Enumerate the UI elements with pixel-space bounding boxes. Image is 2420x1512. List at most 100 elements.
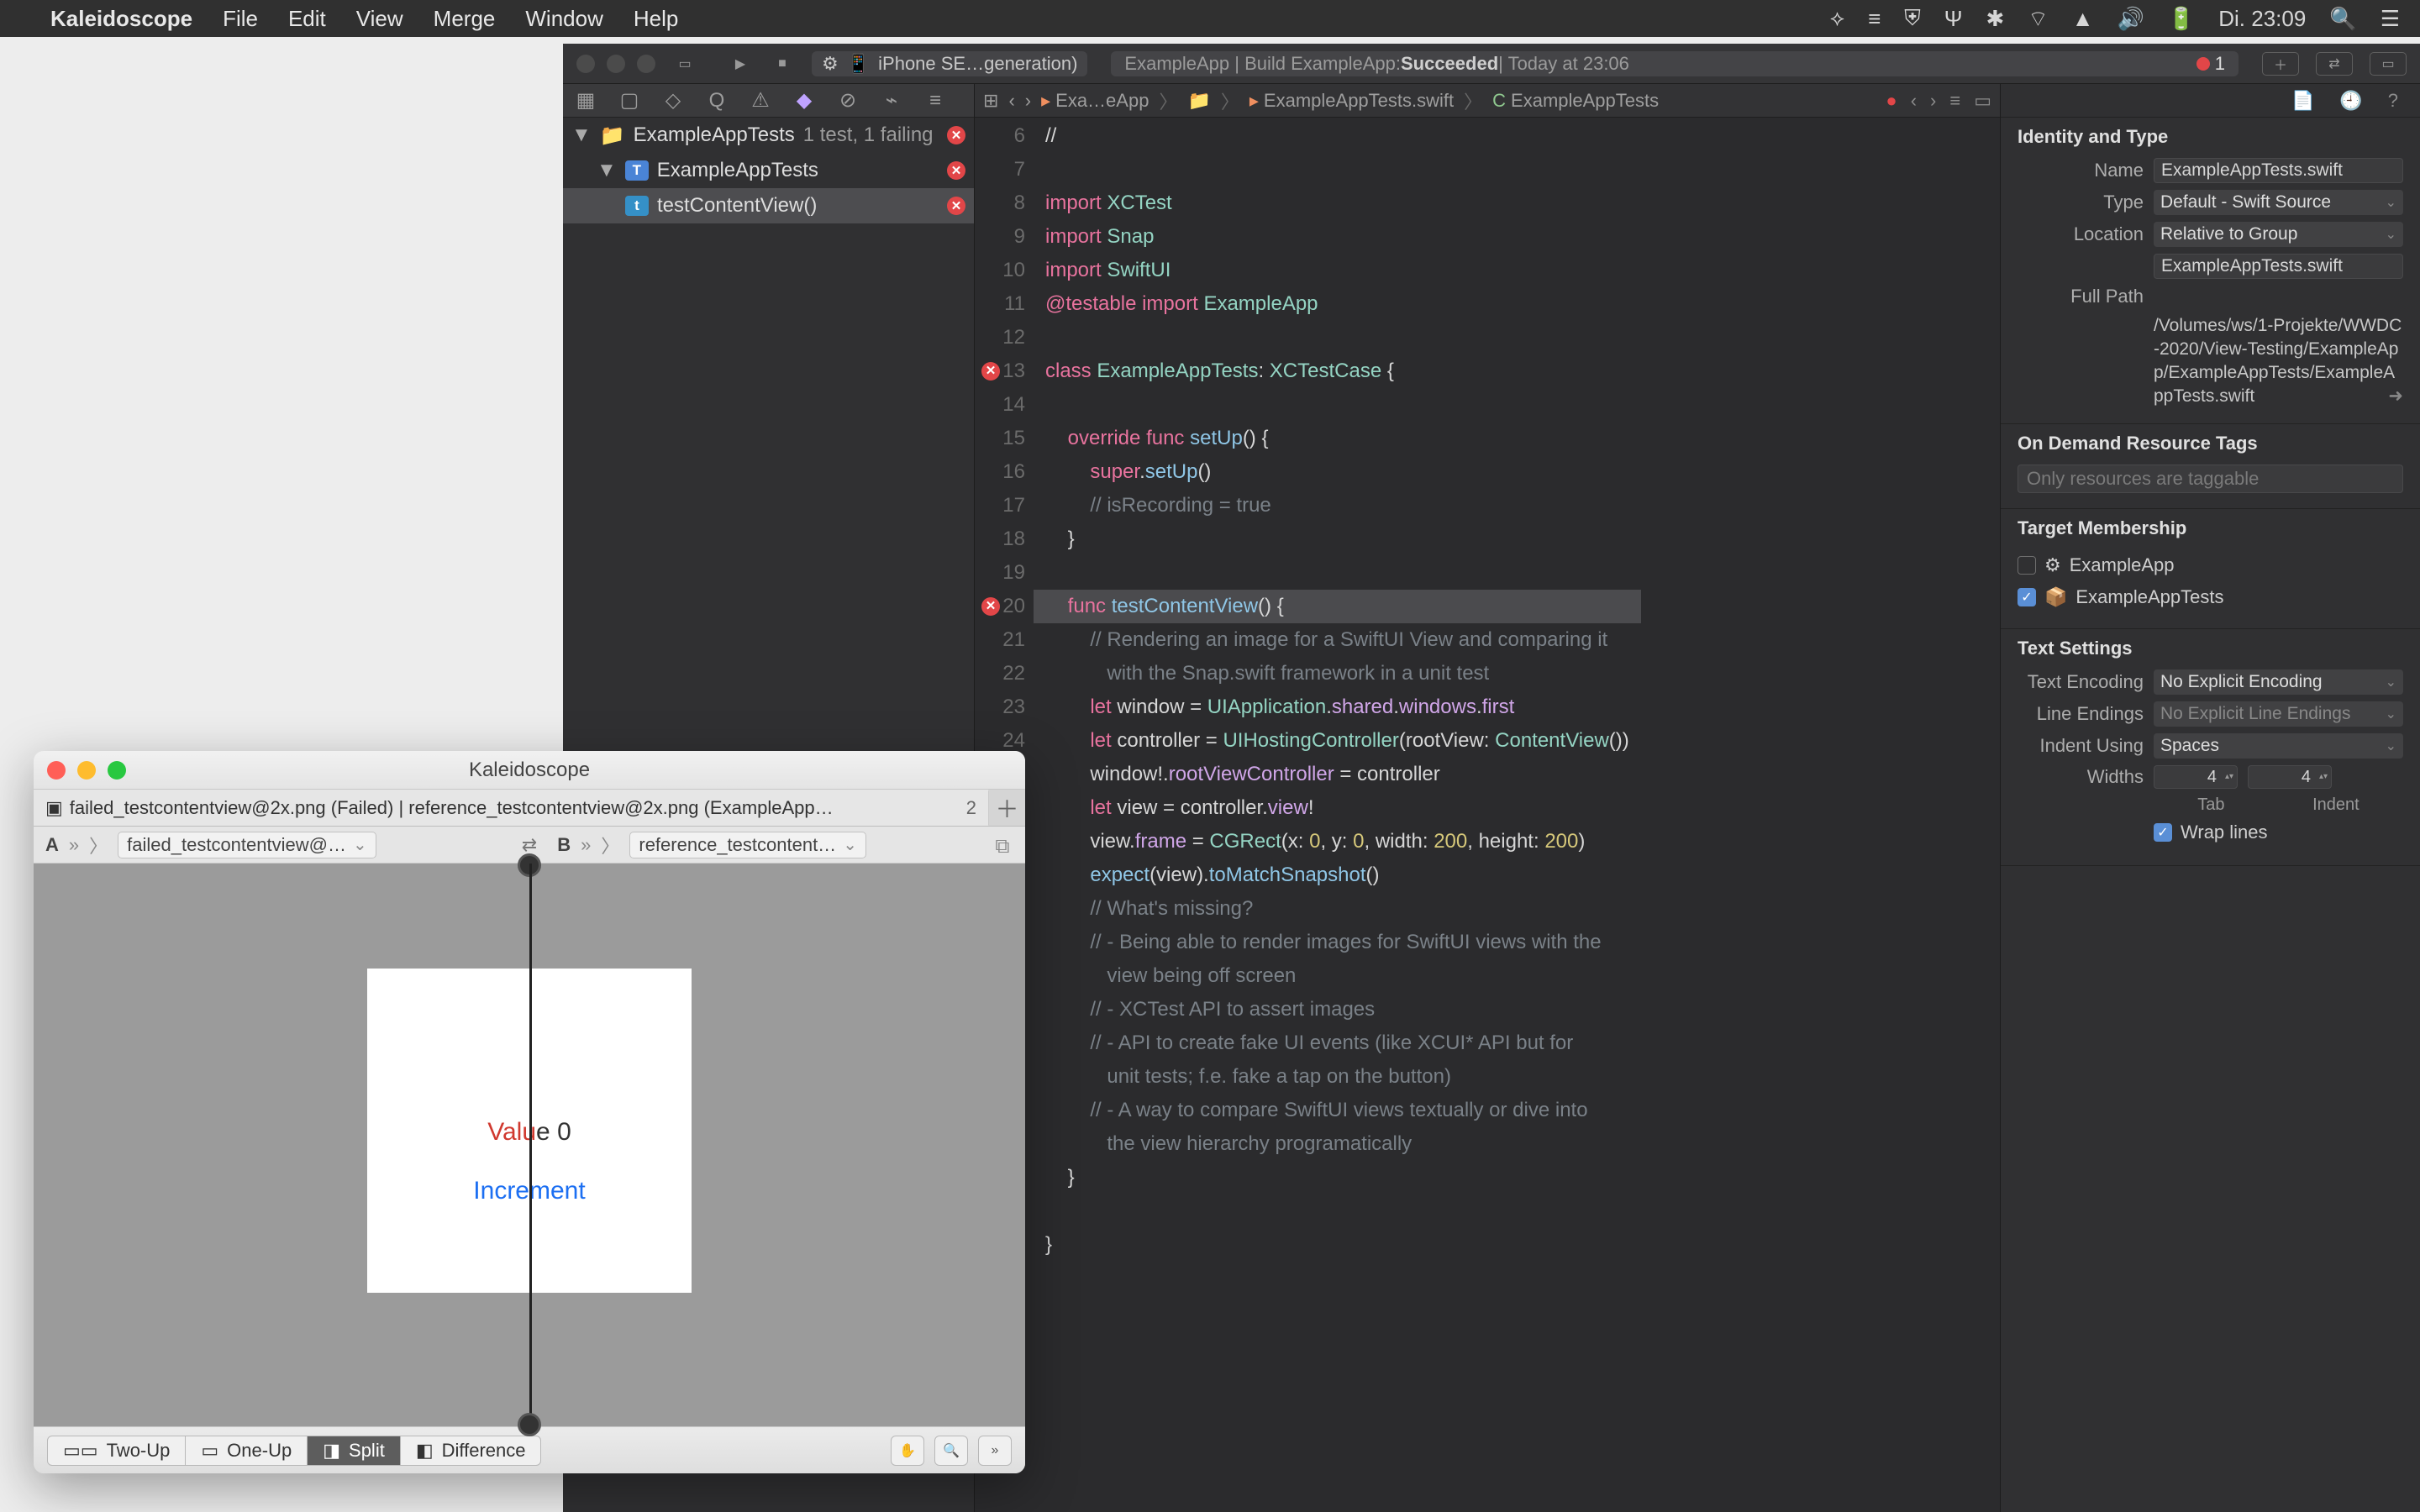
- test-target-row[interactable]: ▼ 📁 ExampleAppTests 1 test, 1 failing ✕: [563, 118, 974, 153]
- branch-icon[interactable]: Ψ: [1944, 6, 1963, 32]
- error-indicator-icon: [2196, 57, 2210, 71]
- target-exampleapp[interactable]: ⚙ExampleApp: [2018, 549, 2403, 581]
- chevron-right-icon[interactable]: »: [581, 834, 591, 856]
- side-b-label: B: [557, 834, 571, 856]
- bundle-icon: 📦: [2044, 586, 2067, 608]
- file-a-select[interactable]: failed_testcontentview@…⌄: [118, 832, 376, 858]
- debug-icon[interactable]: ⊘: [835, 88, 860, 113]
- target-membership-heading: Target Membership: [2018, 517, 2403, 539]
- oneup-icon: ▭: [201, 1440, 218, 1462]
- eject-icon[interactable]: ▲: [2072, 6, 2094, 32]
- test-navigator-icon[interactable]: ◆: [792, 88, 817, 113]
- add-tab-button[interactable]: ＋: [988, 791, 1025, 825]
- source-control-icon[interactable]: ▢: [617, 88, 642, 113]
- editor-options-icon[interactable]: ▭: [1974, 90, 1991, 112]
- diff-tab[interactable]: ▣ failed_testcontentview@2x.png (Failed)…: [34, 790, 988, 826]
- code-review-button[interactable]: ⇄: [2316, 52, 2353, 76]
- error-nav-icon[interactable]: ●: [1886, 90, 1897, 112]
- kaleidoscope-titlebar[interactable]: Kaleidoscope: [34, 751, 1025, 790]
- diff-viewer[interactable]: Value 0 Increment: [34, 864, 1025, 1426]
- forward-icon[interactable]: ›: [1025, 90, 1031, 112]
- find-icon[interactable]: Q: [704, 89, 729, 113]
- volume-icon[interactable]: 🔊: [2117, 6, 2144, 32]
- oneup-button[interactable]: ▭One-Up: [186, 1436, 308, 1466]
- location-select[interactable]: Relative to Group⌄: [2154, 222, 2403, 247]
- wifi-icon[interactable]: ⌔: [2028, 5, 2048, 33]
- menu-edit[interactable]: Edit: [288, 6, 326, 32]
- split-button[interactable]: ◨Split: [308, 1436, 401, 1466]
- traffic-lights[interactable]: [576, 55, 655, 73]
- menu-merge[interactable]: Merge: [434, 6, 496, 32]
- tab-width-field[interactable]: 4▴▾: [2154, 765, 2238, 789]
- more-button[interactable]: »: [978, 1436, 1012, 1466]
- indent-width-field[interactable]: 4▴▾: [2248, 765, 2332, 789]
- swap-sides-button[interactable]: ⇄: [513, 834, 545, 856]
- activity-viewer[interactable]: ExampleApp | Build ExampleApp: Succeeded…: [1111, 51, 2238, 76]
- indent-using-select[interactable]: Spaces⌄: [2154, 733, 2403, 759]
- text-encoding-select[interactable]: No Explicit Encoding⌄: [2154, 669, 2403, 695]
- menu-window[interactable]: Window: [525, 6, 602, 32]
- run-button[interactable]: ▶: [724, 51, 756, 76]
- odr-field: Only resources are taggable: [2018, 465, 2403, 493]
- target-exampleapptests[interactable]: ✓📦ExampleAppTests: [2018, 581, 2403, 613]
- menubar-app[interactable]: Kaleidoscope: [50, 6, 192, 32]
- next-icon[interactable]: ›: [1930, 90, 1936, 112]
- swift-file-icon: ▸: [1041, 90, 1050, 112]
- app-icon: ⚙: [2044, 554, 2061, 576]
- help-icon[interactable]: ?: [2388, 90, 2398, 112]
- dropbox-icon[interactable]: ⟡: [1830, 5, 1844, 32]
- chevron-right-icon[interactable]: »: [69, 834, 79, 856]
- panel-toggle-icon[interactable]: ▭: [669, 51, 701, 76]
- fail-icon: ✕: [947, 161, 965, 180]
- spotlight-icon[interactable]: 🔍: [2329, 6, 2356, 32]
- folder-icon: 📁: [600, 123, 625, 148]
- copy-icon[interactable]: ⧉: [990, 830, 1015, 864]
- navigator-tabs[interactable]: ▦ ▢ ◇ Q ⚠ ◆ ⊘ ⌁ ≡: [563, 84, 974, 118]
- difference-button[interactable]: ◧Difference: [401, 1436, 542, 1466]
- test-class-row[interactable]: ▼ T ExampleAppTests ✕: [563, 153, 974, 188]
- prev-icon[interactable]: ‹: [1911, 90, 1917, 112]
- identity-heading: Identity and Type: [2018, 126, 2403, 148]
- jump-bar[interactable]: ⊞ ‹ › ▸Exa…eApp 〉 📁 〉 ▸ExampleAppTests.s…: [975, 84, 2000, 118]
- zoom-button[interactable]: 🔍: [934, 1436, 968, 1466]
- menu-help[interactable]: Help: [634, 6, 678, 32]
- symbol-icon[interactable]: ◇: [660, 88, 686, 113]
- menu-view[interactable]: View: [356, 6, 403, 32]
- control-center-icon[interactable]: ☰: [2381, 6, 2400, 32]
- battery-icon[interactable]: 🔋: [2168, 6, 2195, 32]
- library-button[interactable]: ▭: [2370, 52, 2407, 76]
- add-editor-button[interactable]: ＋: [2262, 52, 2299, 76]
- menu-extra-icon[interactable]: ≡: [1868, 6, 1881, 32]
- line-endings-select[interactable]: No Explicit Line Endings⌄: [2154, 701, 2403, 727]
- scheme-selector[interactable]: ⚙ 📱 iPhone SE…generation): [812, 51, 1087, 76]
- difference-icon: ◧: [416, 1440, 434, 1462]
- back-icon[interactable]: ‹: [1008, 90, 1014, 112]
- stop-button[interactable]: ■: [766, 51, 798, 76]
- file-type-select[interactable]: Default - Swift Source⌄: [2154, 190, 2403, 215]
- breakpoint-icon[interactable]: ⌁: [879, 88, 904, 113]
- project-navigator-icon[interactable]: ▦: [573, 88, 598, 113]
- report-icon[interactable]: ≡: [923, 89, 948, 113]
- shield-icon[interactable]: ⛨: [1904, 5, 1921, 32]
- file-name-field[interactable]: ExampleAppTests.swift: [2154, 158, 2403, 183]
- twoup-button[interactable]: ▭▭Two-Up: [47, 1436, 186, 1466]
- window-title: Kaleidoscope: [34, 759, 1025, 782]
- wrap-lines-checkbox[interactable]: ✓: [2154, 823, 2172, 842]
- test-method-row[interactable]: t testContentView() ✕: [563, 188, 974, 223]
- code-editor[interactable]: 678910111213✕14151617181920✕212223242526…: [975, 118, 2000, 1512]
- file-b-select[interactable]: reference_testcontent…⌄: [629, 832, 866, 858]
- history-icon[interactable]: 🕘: [2339, 90, 2362, 112]
- xcode-toolbar: ▭ ▶ ■ ⚙ 📱 iPhone SE…generation) ExampleA…: [563, 44, 2420, 84]
- location-file: ExampleAppTests.swift: [2154, 254, 2403, 279]
- minimap-icon[interactable]: ≡: [1949, 90, 1960, 112]
- hand-tool-button[interactable]: ✋: [891, 1436, 924, 1466]
- folder-icon: 📁: [1187, 90, 1210, 112]
- clock[interactable]: Di. 23:09: [2218, 6, 2306, 32]
- class-icon: C: [1492, 90, 1506, 112]
- issue-icon[interactable]: ⚠: [748, 88, 773, 113]
- bluetooth-icon[interactable]: ✱: [1986, 6, 2005, 32]
- menu-file[interactable]: File: [223, 6, 258, 32]
- related-items-icon[interactable]: ⊞: [983, 90, 998, 112]
- reveal-icon[interactable]: ➜: [2388, 385, 2403, 408]
- file-inspector-icon[interactable]: 📄: [2291, 90, 2314, 112]
